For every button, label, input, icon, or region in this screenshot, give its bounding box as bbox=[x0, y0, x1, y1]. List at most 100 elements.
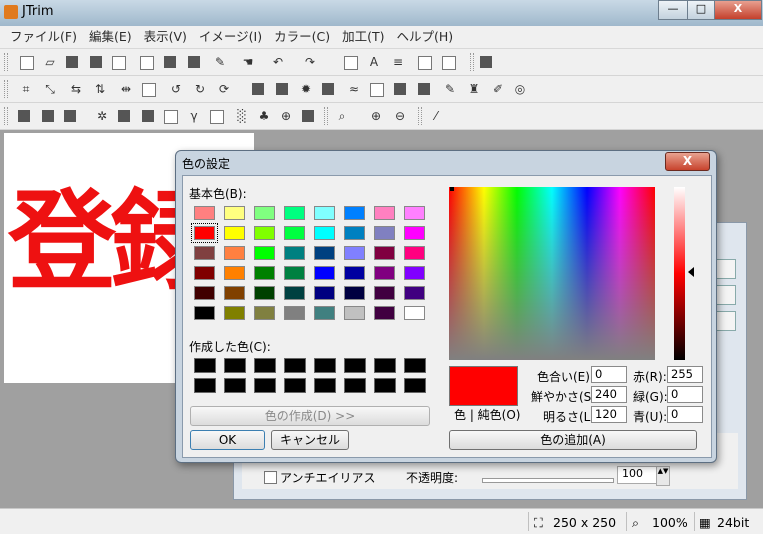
basic-color-swatch[interactable] bbox=[404, 226, 425, 240]
mosaic-icon[interactable] bbox=[370, 83, 384, 97]
custom-color-swatch[interactable] bbox=[194, 378, 216, 393]
basic-color-swatch[interactable] bbox=[254, 266, 275, 280]
gradient-icon[interactable] bbox=[164, 110, 178, 124]
basic-color-swatch[interactable] bbox=[374, 226, 395, 240]
basic-color-swatch[interactable] bbox=[314, 286, 335, 300]
custom-color-swatch[interactable] bbox=[344, 358, 366, 373]
basic-color-swatch[interactable] bbox=[314, 266, 335, 280]
select-area-icon[interactable] bbox=[344, 56, 358, 70]
add-custom-color-button[interactable]: 色の追加(A) bbox=[449, 430, 697, 450]
frame-icon[interactable] bbox=[142, 83, 156, 97]
close-button[interactable]: X bbox=[714, 0, 762, 20]
basic-color-swatch[interactable] bbox=[254, 246, 275, 260]
option-button[interactable] bbox=[714, 311, 736, 331]
toolbar-grip[interactable] bbox=[4, 53, 8, 71]
spectrum-crosshair[interactable] bbox=[450, 187, 454, 191]
color-button[interactable] bbox=[714, 259, 736, 279]
basic-color-swatch[interactable] bbox=[314, 306, 335, 320]
basic-color-swatch[interactable] bbox=[224, 246, 245, 260]
zoom-in-icon[interactable]: ⊕ bbox=[368, 108, 384, 124]
brush-icon[interactable]: ✐ bbox=[490, 81, 506, 97]
basic-color-swatch[interactable] bbox=[284, 286, 305, 300]
print-icon[interactable] bbox=[90, 56, 102, 68]
print-preview-icon[interactable] bbox=[112, 56, 126, 70]
basic-color-swatch[interactable] bbox=[404, 246, 425, 260]
invert-icon[interactable] bbox=[302, 110, 314, 122]
cancel-button[interactable]: キャンセル bbox=[271, 430, 349, 450]
menu-help[interactable]: ヘルプ(H) bbox=[391, 26, 460, 48]
pen-icon[interactable]: ✎ bbox=[442, 81, 458, 97]
custom-color-swatch[interactable] bbox=[404, 378, 426, 393]
clipboard-icon[interactable]: ✎ bbox=[212, 54, 228, 70]
opacity-value[interactable]: 100 bbox=[617, 466, 661, 484]
antialias-checkbox[interactable] bbox=[264, 471, 277, 484]
menu-file[interactable]: ファイル(F) bbox=[4, 26, 83, 48]
zoom-out-icon[interactable]: ⊖ bbox=[392, 108, 408, 124]
save-icon[interactable] bbox=[66, 56, 78, 68]
green-input[interactable]: 0 bbox=[667, 386, 703, 403]
custom-color-swatch[interactable] bbox=[314, 378, 336, 393]
resize-icon[interactable]: ⤡ bbox=[42, 81, 58, 97]
toolbar-grip[interactable] bbox=[418, 107, 422, 125]
shadow-icon[interactable] bbox=[18, 110, 30, 122]
xor-icon[interactable]: ⊕ bbox=[278, 108, 294, 124]
blur-icon[interactable] bbox=[118, 110, 130, 122]
basic-color-swatch[interactable] bbox=[254, 306, 275, 320]
spiral-icon[interactable]: ◎ bbox=[512, 81, 528, 97]
basic-color-swatch[interactable] bbox=[374, 306, 395, 320]
wave-icon[interactable]: ≈ bbox=[346, 81, 362, 97]
basic-color-swatch[interactable] bbox=[314, 206, 335, 220]
noise-icon[interactable] bbox=[210, 110, 224, 124]
grid-icon[interactable] bbox=[418, 56, 432, 70]
basic-color-swatch[interactable] bbox=[194, 306, 215, 320]
dialog-close-button[interactable]: X bbox=[665, 152, 710, 171]
zoom-icon[interactable]: ⌕ bbox=[334, 108, 350, 124]
sparkle-icon[interactable]: ✲ bbox=[94, 108, 110, 124]
pattern-icon[interactable] bbox=[418, 83, 430, 95]
hue-input[interactable]: 0 bbox=[591, 366, 627, 383]
opacity-slider[interactable] bbox=[482, 478, 614, 483]
toolbar-grip[interactable] bbox=[470, 53, 474, 71]
menu-image[interactable]: イメージ(I) bbox=[193, 26, 268, 48]
basic-color-swatch[interactable] bbox=[224, 206, 245, 220]
minimize-button[interactable]: — bbox=[658, 0, 688, 20]
basic-color-swatch[interactable] bbox=[224, 306, 245, 320]
custom-color-swatch[interactable] bbox=[254, 358, 276, 373]
rotate-right-icon[interactable]: ↻ bbox=[192, 81, 208, 97]
basic-color-swatch[interactable] bbox=[374, 246, 395, 260]
custom-color-swatch[interactable] bbox=[344, 378, 366, 393]
ok-button[interactable]: OK bbox=[190, 430, 265, 450]
text-icon[interactable]: A bbox=[366, 54, 382, 70]
custom-color-swatch[interactable] bbox=[224, 378, 246, 393]
custom-color-swatch[interactable] bbox=[284, 358, 306, 373]
basic-color-swatch[interactable] bbox=[284, 306, 305, 320]
luminance-input[interactable]: 120 bbox=[591, 406, 627, 423]
basic-color-swatch[interactable] bbox=[404, 286, 425, 300]
dropdown-button[interactable] bbox=[714, 285, 736, 305]
basic-color-swatch[interactable] bbox=[314, 246, 335, 260]
basic-color-swatch[interactable] bbox=[404, 206, 425, 220]
basic-color-swatch[interactable] bbox=[194, 246, 215, 260]
menu-process[interactable]: 加工(T) bbox=[336, 26, 390, 48]
basic-color-swatch[interactable] bbox=[194, 266, 215, 280]
basic-color-swatch[interactable] bbox=[404, 266, 425, 280]
basic-color-swatch[interactable] bbox=[194, 286, 215, 300]
basic-color-swatch[interactable] bbox=[254, 286, 275, 300]
custom-color-swatch[interactable] bbox=[404, 358, 426, 373]
saturation-input[interactable]: 240 bbox=[591, 386, 627, 403]
custom-color-swatch[interactable] bbox=[194, 358, 216, 373]
rotate-icon[interactable]: ⟳ bbox=[216, 81, 232, 97]
opacity-spinner[interactable]: ▲▼ bbox=[656, 466, 670, 486]
basic-color-swatch[interactable] bbox=[284, 226, 305, 240]
define-custom-button[interactable]: 色の作成(D) >> bbox=[190, 406, 430, 426]
basic-color-swatch[interactable] bbox=[284, 206, 305, 220]
basic-color-swatch[interactable] bbox=[374, 206, 395, 220]
layer-icon[interactable] bbox=[252, 83, 264, 95]
custom-color-swatch[interactable] bbox=[254, 378, 276, 393]
menu-view[interactable]: 表示(V) bbox=[138, 26, 193, 48]
basic-color-swatch[interactable] bbox=[314, 226, 335, 240]
toolbar-grip[interactable] bbox=[4, 80, 8, 98]
basic-color-swatch[interactable] bbox=[224, 286, 245, 300]
paste-new-icon[interactable] bbox=[188, 56, 200, 68]
basic-color-swatch[interactable] bbox=[224, 226, 245, 240]
